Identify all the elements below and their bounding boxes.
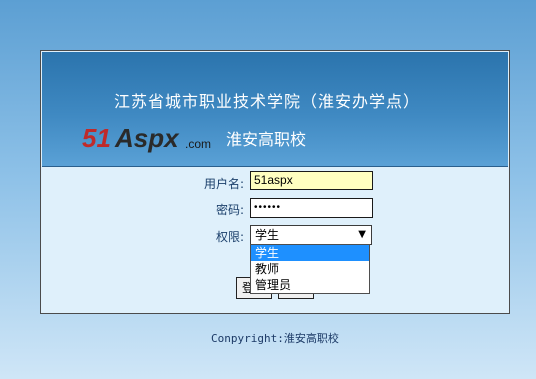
svg-text:.com: .com [185,137,211,151]
51aspx-logo: 51 Aspx .com [82,124,211,153]
role-option-admin[interactable]: 管理员 [251,277,369,293]
svg-text:51: 51 [82,124,111,153]
footer-copyright: Conpyright:淮安高职校 [211,332,339,345]
role-option-teacher[interactable]: 教师 [251,261,369,277]
role-label: 权限: [215,230,244,244]
password-label: 密码: [215,203,244,217]
svg-text:Aspx: Aspx [114,124,180,153]
header-banner: 江苏省城市职业技术学院（淮安办学点） 51 Aspx .com 淮安高职校 [42,52,508,167]
username-input[interactable]: 51aspx [250,171,373,190]
password-input[interactable]: •••••• [250,198,373,218]
role-dropdown-list: 学生 教师 管理员 [250,244,370,294]
dropdown-arrow-icon[interactable]: ▼ [358,226,366,244]
role-select-value: 学生 [255,228,280,242]
login-panel: 江苏省城市职业技术学院（淮安办学点） 51 Aspx .com 淮安高职校 用户… [40,50,510,314]
username-label: 用户名: [203,177,244,191]
school-name: 淮安高职校 [226,130,307,149]
role-option-student[interactable]: 学生 [251,245,369,261]
role-select[interactable]: 学生 ▼ [250,225,372,245]
page-title: 江苏省城市职业技术学院（淮安办学点） [114,92,421,111]
